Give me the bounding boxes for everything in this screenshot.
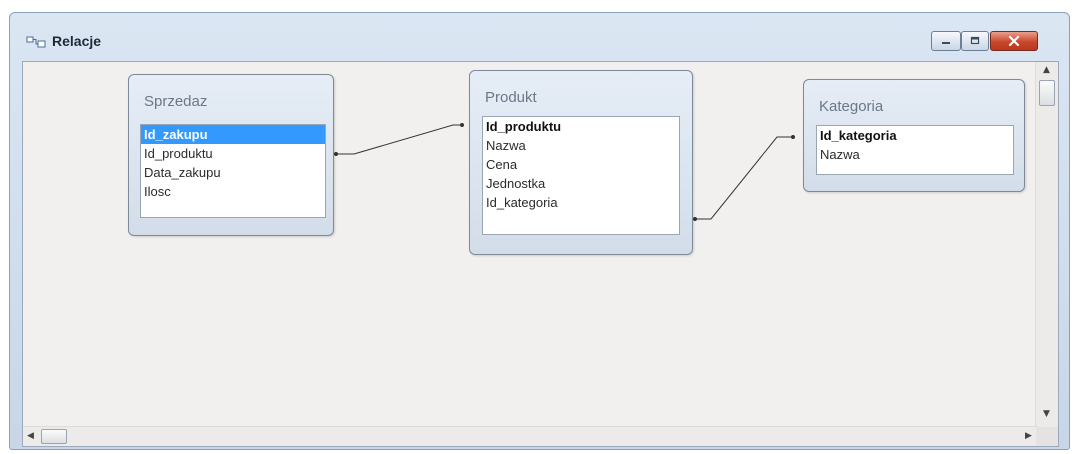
window-title: Relacje — [52, 33, 102, 49]
field-row[interactable]: Nazwa — [483, 136, 679, 155]
relationships-canvas[interactable]: Sprzedaz Id_zakupu Id_produktu Data_zaku… — [22, 61, 1059, 447]
vertical-scroll-thumb[interactable] — [1039, 80, 1055, 106]
scroll-left-icon[interactable]: ◀ — [27, 432, 34, 441]
maximize-icon — [970, 36, 980, 45]
field-row[interactable]: Id_zakupu — [141, 125, 325, 144]
field-row[interactable]: Jednostka — [483, 174, 679, 193]
maximize-button[interactable] — [961, 31, 989, 51]
table-title: Produkt — [485, 89, 537, 106]
relationships-icon — [26, 36, 46, 48]
field-list: Id_kategoria Nazwa — [816, 125, 1014, 175]
field-row[interactable]: Id_produktu — [141, 144, 325, 163]
table-kategoria[interactable]: Kategoria Id_kategoria Nazwa — [803, 79, 1025, 192]
minimize-button[interactable] — [931, 31, 961, 51]
relationships-window: Relacje Sprzedaz Id_zakupu Id_produktu D… — [9, 12, 1070, 450]
field-row[interactable]: Id_kategoria — [817, 126, 1013, 145]
horizontal-scroll-thumb[interactable] — [41, 429, 67, 444]
field-row[interactable]: Ilosc — [141, 182, 325, 201]
relation-produkt-kategoria — [694, 136, 794, 220]
table-produkt[interactable]: Produkt Id_produktu Nazwa Cena Jednostka… — [469, 70, 693, 255]
scroll-up-icon[interactable]: ▲ — [1043, 66, 1050, 75]
minimize-icon — [942, 42, 950, 44]
title-bar[interactable]: Relacje — [10, 13, 1069, 61]
field-row[interactable]: Id_kategoria — [483, 193, 679, 212]
table-title: Kategoria — [819, 98, 884, 115]
field-row[interactable]: Data_zakupu — [141, 163, 325, 182]
horizontal-scrollbar[interactable]: ◀ ▶ — [23, 426, 1038, 446]
table-sprzedaz[interactable]: Sprzedaz Id_zakupu Id_produktu Data_zaku… — [128, 74, 334, 236]
close-icon — [1008, 35, 1020, 47]
scroll-right-icon[interactable]: ▶ — [1025, 432, 1032, 441]
field-row[interactable]: Cena — [483, 155, 679, 174]
size-grip[interactable] — [1036, 427, 1058, 446]
relation-sprzedaz-produkt — [335, 124, 463, 155]
table-title: Sprzedaz — [144, 93, 208, 110]
field-row[interactable]: Nazwa — [817, 145, 1013, 164]
field-row[interactable]: Id_produktu — [483, 117, 679, 136]
vertical-scrollbar[interactable]: ▲ ▼ — [1035, 62, 1058, 428]
scroll-down-icon[interactable]: ▼ — [1043, 410, 1050, 419]
close-button[interactable] — [990, 31, 1038, 51]
field-list: Id_zakupu Id_produktu Data_zakupu Ilosc — [140, 124, 326, 218]
field-list: Id_produktu Nazwa Cena Jednostka Id_kate… — [482, 116, 680, 235]
